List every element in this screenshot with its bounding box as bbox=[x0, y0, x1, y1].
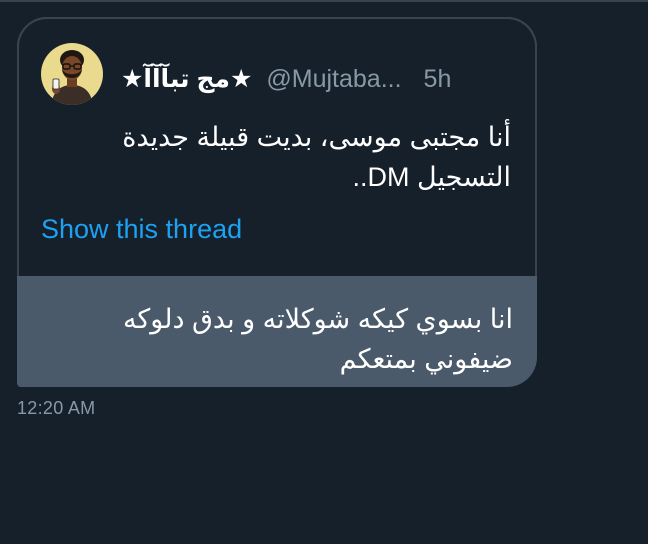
tweet-text: أنا مجتبى موسى، بديت قبيلة جديدة التسجيل… bbox=[51, 117, 511, 197]
message-text: انا بسوي كيكه شوكلاته و بدق دلوكه ضيفوني… bbox=[53, 299, 513, 379]
display-name[interactable]: ★مج تبآآآ★ bbox=[121, 64, 252, 94]
message-text-line: ضيفوني بمتعكم bbox=[339, 344, 513, 374]
tweet-text-line: التسجيل DM.. bbox=[352, 162, 511, 192]
message-text-line: انا بسوي كيكه شوكلاته و بدق دلوكه bbox=[122, 304, 513, 334]
dm-message-bubble[interactable]: ★مج تبآآآ★ @Mujtaba... 5h أنا مجتبى موسى… bbox=[17, 17, 537, 387]
message-timestamp: 12:20 AM bbox=[17, 398, 96, 418]
cartoon-avatar-icon bbox=[51, 50, 93, 105]
tweet-text-line: أنا مجتبى موسى، بديت قبيلة جديدة bbox=[122, 122, 511, 152]
tweet-header: ★مج تبآآآ★ @Mujtaba... 5h bbox=[121, 61, 451, 97]
user-handle[interactable]: @Mujtaba... bbox=[266, 65, 401, 94]
show-thread-link[interactable]: Show this thread bbox=[41, 214, 242, 245]
avatar[interactable] bbox=[41, 43, 103, 105]
tweet-time-ago[interactable]: 5h bbox=[424, 65, 452, 94]
top-divider bbox=[0, 0, 648, 2]
quoted-tweet-card[interactable]: ★مج تبآآآ★ @Mujtaba... 5h أنا مجتبى موسى… bbox=[17, 17, 537, 276]
